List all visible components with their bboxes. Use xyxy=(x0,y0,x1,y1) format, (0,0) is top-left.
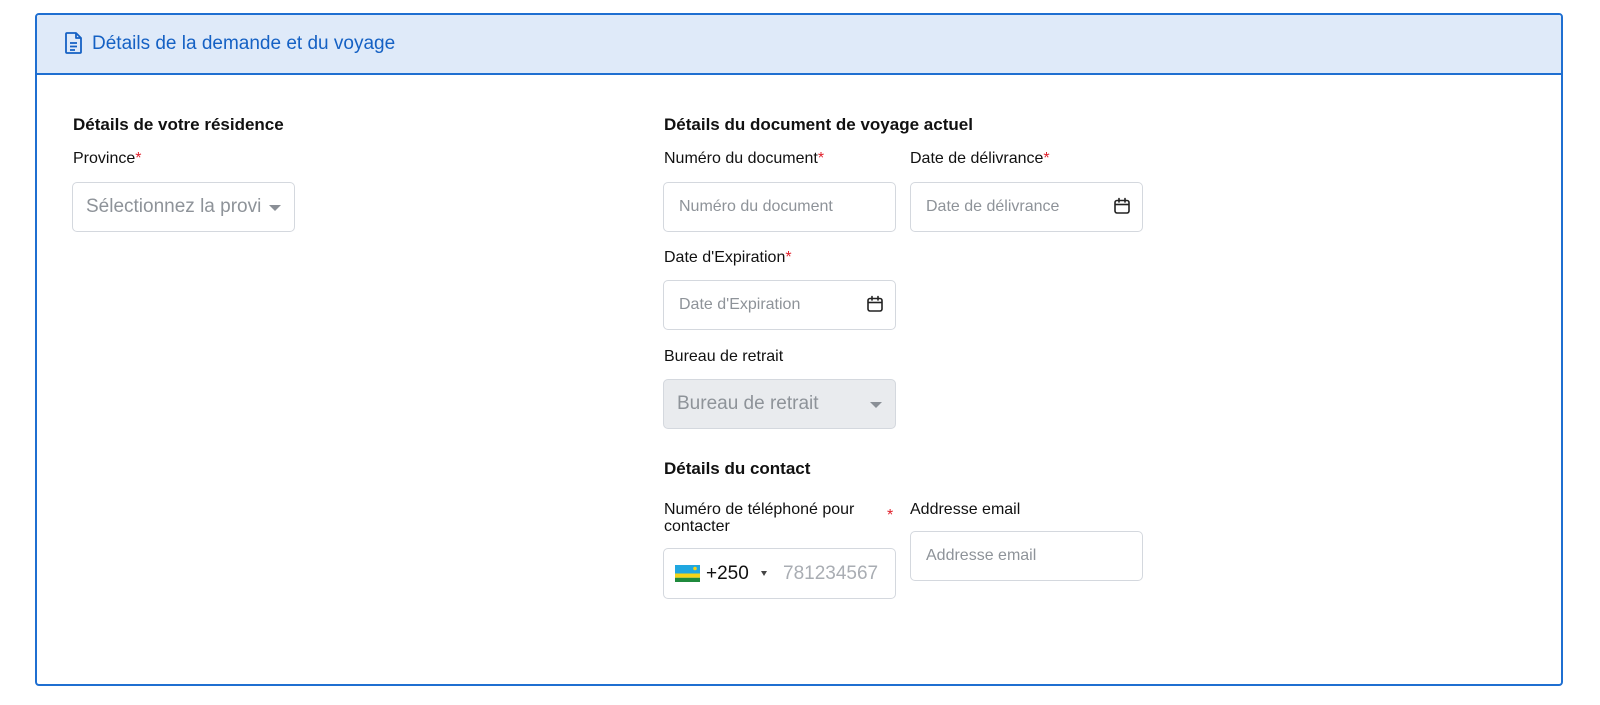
phone-label: Numéro de téléphoné pour contacter xyxy=(664,501,884,535)
issue-date-label: Date de délivrance* xyxy=(910,150,1050,168)
expiry-date-placeholder: Date d'Expiration xyxy=(679,296,801,313)
calendar-icon[interactable] xyxy=(1113,197,1131,215)
rwanda-flag-icon[interactable] xyxy=(675,565,700,582)
expiry-date-label-text: Date d'Expiration xyxy=(664,249,786,266)
required-marker: * xyxy=(785,249,792,266)
phone-input[interactable]: +250 781234567 xyxy=(663,548,896,599)
province-select[interactable]: Sélectionnez la provi xyxy=(72,182,295,232)
required-marker: * xyxy=(1043,150,1050,167)
card-header: Détails de la demande et du voyage xyxy=(37,15,1561,75)
calendar-icon[interactable] xyxy=(866,295,884,313)
phone-country-code[interactable]: +250 xyxy=(706,549,749,598)
residence-section-title: Détails de votre résidence xyxy=(73,115,284,134)
document-number-label-text: Numéro du document xyxy=(664,150,818,167)
issue-date-input[interactable]: Date de délivrance xyxy=(910,182,1143,232)
email-label: Addresse email xyxy=(910,501,1021,518)
pickup-office-label: Bureau de retrait xyxy=(664,348,784,365)
issue-date-label-text: Date de délivrance xyxy=(910,150,1044,167)
chevron-down-icon[interactable] xyxy=(761,571,767,576)
pickup-office-placeholder: Bureau de retrait xyxy=(677,393,819,414)
expiry-date-input[interactable]: Date d'Expiration xyxy=(663,280,896,330)
document-number-input[interactable]: Numéro du document xyxy=(663,182,896,232)
province-label: Province* xyxy=(73,150,141,168)
required-marker: * xyxy=(135,150,142,167)
chevron-down-icon xyxy=(870,402,882,408)
travel-document-section-title: Détails du document de voyage actuel xyxy=(664,115,973,134)
required-marker: * xyxy=(887,507,894,524)
province-label-text: Province xyxy=(73,150,136,167)
card-title: Détails de la demande et du voyage xyxy=(92,33,396,54)
phone-label-line1: Numéro de téléphoné pour xyxy=(664,501,855,518)
phone-number-placeholder: 781234567 xyxy=(783,562,879,584)
document-number-placeholder: Numéro du document xyxy=(679,198,833,215)
contact-section-title: Détails du contact xyxy=(664,459,811,478)
required-marker: * xyxy=(817,150,825,167)
document-icon xyxy=(65,32,82,54)
email-placeholder: Addresse email xyxy=(926,547,1037,564)
email-input[interactable]: Addresse email xyxy=(910,531,1143,581)
pickup-office-select[interactable]: Bureau de retrait xyxy=(663,379,896,429)
province-select-placeholder: Sélectionnez la provi xyxy=(86,196,262,217)
issue-date-placeholder: Date de délivrance xyxy=(926,198,1060,215)
document-number-label: Numéro du document* xyxy=(664,150,824,168)
phone-label-line2: contacter xyxy=(664,518,730,535)
chevron-down-icon xyxy=(269,205,281,211)
expiry-date-label: Date d'Expiration* xyxy=(664,249,792,267)
